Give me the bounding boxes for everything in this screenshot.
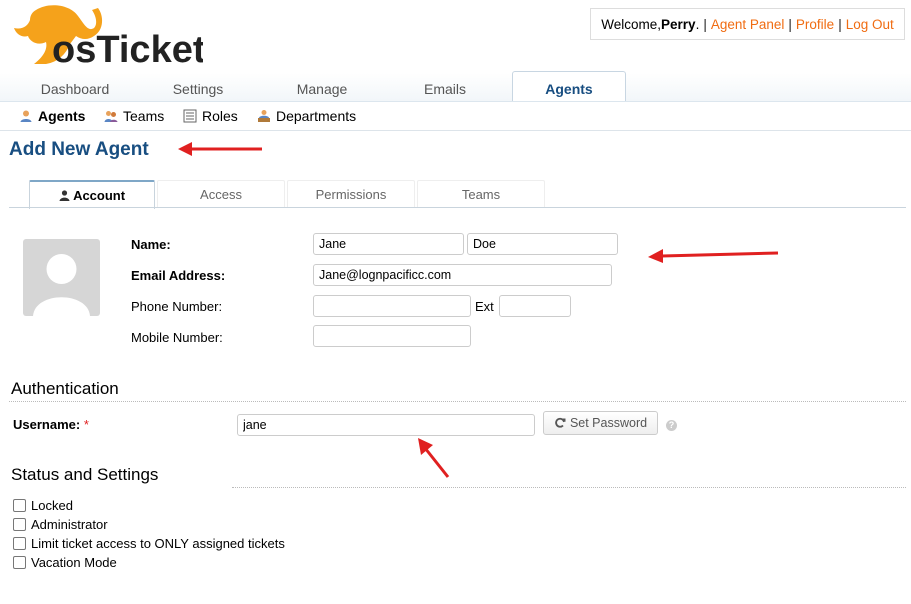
limit-access-checkbox[interactable] [13,537,26,550]
refresh-icon [555,417,566,428]
separator: | [788,16,792,32]
annotation-arrow [648,249,779,263]
avatar-placeholder-icon [33,254,90,316]
tab-settings[interactable]: Settings [138,73,258,101]
sub-nav: Agents Teams Roles Departments [0,101,911,131]
separator: | [703,16,707,32]
phone-input[interactable] [313,295,471,317]
departments-icon [258,110,270,122]
username-label: Username: * [13,417,89,432]
locked-option[interactable]: Locked [13,498,73,513]
set-password-label: Set Password [569,416,648,430]
administrator-checkbox[interactable] [13,518,26,531]
user-welcome-bar: Welcome, Perry . | Agent Panel | Profile… [590,8,905,40]
help-icon[interactable]: ? [666,420,677,431]
subnav-label: Roles [202,108,238,124]
last-name-input[interactable] [467,233,618,255]
first-name-input[interactable] [313,233,464,255]
logo-text: osTicket [52,29,203,68]
checkbox-label: Administrator [31,517,108,532]
section-divider [232,487,906,488]
tab-teams[interactable]: Teams [417,180,545,208]
tab-permissions[interactable]: Permissions [287,180,415,208]
tab-dashboard[interactable]: Dashboard [15,73,135,101]
username-label-text: Username: [13,417,81,432]
vacation-mode-checkbox[interactable] [13,556,26,569]
ext-label: Ext [475,299,494,314]
separator: | [838,16,842,32]
checkbox-label: Vacation Mode [31,555,117,570]
subnav-departments[interactable]: Departments [257,108,356,124]
welcome-prefix: Welcome, [601,16,662,32]
annotation-arrow [178,142,262,156]
tab-agents[interactable]: Agents [512,71,626,101]
status-settings-heading: Status and Settings [11,465,159,484]
subnav-label: Departments [276,108,357,124]
limit-access-option[interactable]: Limit ticket access to ONLY assigned tic… [13,536,285,551]
main-nav: Dashboard Settings Manage Emails Agents [0,71,911,102]
mobile-input[interactable] [313,325,471,347]
ext-input[interactable] [499,295,571,317]
subnav-agents[interactable]: Agents [19,108,85,124]
agent-panel-link[interactable]: Agent Panel [711,17,785,32]
locked-checkbox[interactable] [13,499,26,512]
avatar [23,239,100,316]
page-title: Add New Agent [9,139,149,160]
welcome-user-name: Perry [661,16,696,32]
teams-icon [104,111,118,122]
logout-link[interactable]: Log Out [846,17,894,32]
roles-icon [183,109,197,123]
email-input[interactable] [313,264,612,286]
profile-link[interactable]: Profile [796,17,834,32]
authentication-heading: Authentication [11,379,119,398]
username-input[interactable] [237,414,535,436]
checkbox-label: Locked [31,498,73,513]
section-divider [9,401,906,402]
email-label: Email Address: [131,268,226,283]
mobile-label: Mobile Number: [131,330,223,345]
checkbox-label: Limit ticket access to ONLY assigned tic… [31,536,285,551]
required-mark: * [83,417,89,432]
tab-divider [9,207,906,208]
tab-label: Account [73,188,126,203]
set-password-button[interactable]: Set Password [543,411,658,435]
ostick-logo[interactable]: osTicket [8,2,206,71]
subnav-teams[interactable]: Teams [104,108,164,124]
vacation-mode-option[interactable]: Vacation Mode [13,555,117,570]
welcome-suffix: . [695,16,700,32]
subnav-roles[interactable]: Roles [183,108,238,124]
phone-label: Phone Number: [131,299,223,314]
subnav-label: Agents [38,108,86,124]
annotation-arrow [418,438,450,478]
tab-manage[interactable]: Manage [262,73,382,101]
name-label: Name: [131,237,171,252]
administrator-option[interactable]: Administrator [13,517,108,532]
tab-emails[interactable]: Emails [385,73,505,101]
tab-account[interactable]: Account [29,180,155,209]
tab-access[interactable]: Access [157,180,285,208]
agent-icon [20,110,32,122]
subnav-label: Teams [123,108,165,124]
